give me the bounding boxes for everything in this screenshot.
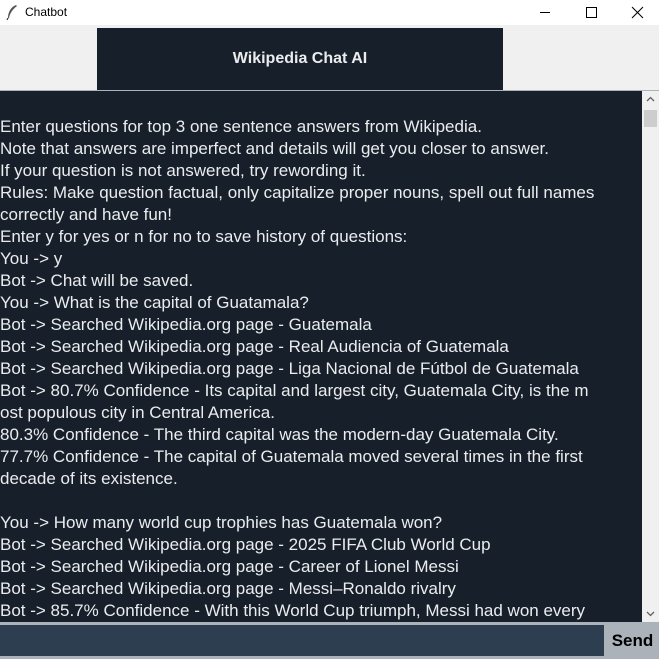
chat-line: You -> How many world cup trophies has G… — [0, 513, 443, 532]
maximize-icon — [586, 7, 597, 18]
chevron-down-icon — [646, 611, 655, 617]
message-input[interactable] — [0, 625, 604, 656]
scroll-thumb[interactable] — [644, 110, 657, 127]
chat-line: You -> What is the capital of Guatamala? — [0, 293, 309, 312]
chat-line: correctly and have fun! — [0, 205, 172, 224]
chat-line: ost populous city in Central America. — [0, 403, 275, 422]
chat-scrollbar[interactable] — [642, 91, 659, 622]
chat-line: 77.7% Confidence - The capital of Guatem… — [0, 447, 583, 466]
chat-line: Enter questions for top 3 one sentence a… — [0, 117, 482, 136]
close-button[interactable] — [614, 0, 659, 25]
chat-line: Rules: Make question factual, only capit… — [0, 183, 595, 202]
minimize-button[interactable] — [522, 0, 568, 25]
close-icon — [631, 6, 644, 19]
chat-line — [0, 490, 642, 512]
input-row: Send — [0, 622, 659, 659]
feather-icon — [5, 4, 19, 21]
header-title: Wikipedia Chat AI — [232, 50, 368, 67]
send-button[interactable]: Send — [606, 625, 659, 656]
chat-line: Enter y for yes or n for no to save hist… — [0, 227, 408, 246]
chat-line: decade of its existence. — [0, 469, 178, 488]
scroll-up-button[interactable] — [642, 91, 659, 108]
chat-log[interactable]: Enter questions for top 3 one sentence a… — [0, 91, 642, 622]
chat-line: Bot -> Searched Wikipedia.org page - Gua… — [0, 315, 372, 334]
chat-line: Note that answers are imperfect and deta… — [0, 139, 549, 158]
chat-line: Bot -> Chat will be saved. — [0, 271, 194, 290]
chat-line: Bot -> Searched Wikipedia.org page - Lig… — [0, 359, 579, 378]
chatbot-window: Chatbot Wikipedia Chat AI Enter question… — [0, 0, 659, 659]
window-title: Chatbot — [25, 5, 68, 19]
chat-line: If your question is not answered, try re… — [0, 161, 366, 180]
chevron-up-icon — [646, 96, 655, 102]
chat-line: Bot -> 85.7% Confidence - With this Worl… — [0, 601, 586, 620]
chat-line: Bot -> Searched Wikipedia.org page - 202… — [0, 535, 491, 554]
chat-line: Bot -> Searched Wikipedia.org page - Car… — [0, 557, 459, 576]
chat-line: You -> y — [0, 249, 63, 268]
chat-line: Bot -> 80.7% Confidence - Its capital an… — [0, 381, 589, 400]
chat-line: 80.3% Confidence - The third capital was… — [0, 425, 559, 444]
maximize-button[interactable] — [568, 0, 614, 25]
minimize-icon — [540, 12, 550, 13]
chat-line: Bot -> Searched Wikipedia.org page - Mes… — [0, 579, 456, 598]
scroll-down-button[interactable] — [642, 605, 659, 622]
title-bar[interactable]: Chatbot — [0, 0, 659, 25]
chat-line: Bot -> Searched Wikipedia.org page - Rea… — [0, 337, 509, 356]
header: Wikipedia Chat AI — [97, 28, 503, 90]
chat-lines: Enter questions for top 3 one sentence a… — [0, 116, 642, 622]
